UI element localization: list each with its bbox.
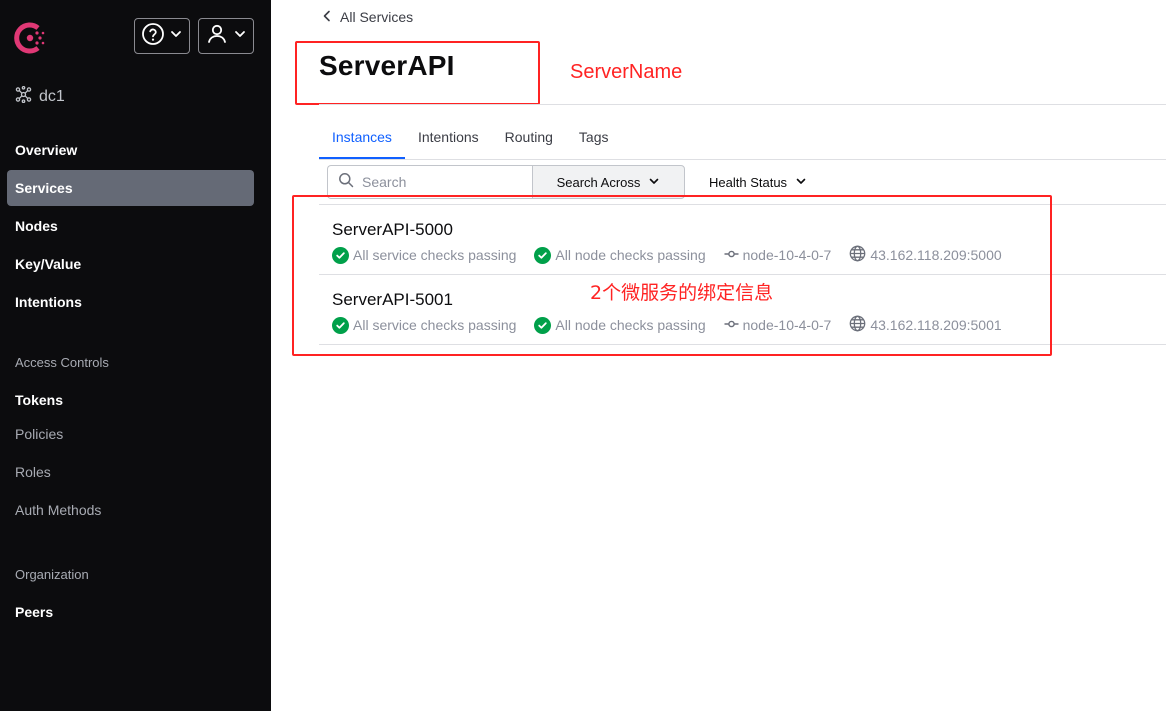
- sidebar-item-label: Key/Value: [15, 256, 82, 272]
- sidebar-item-policies[interactable]: Policies: [7, 416, 254, 452]
- annotation-instances-box: [292, 195, 1052, 356]
- sidebar-item-key-value[interactable]: Key/Value: [7, 246, 254, 282]
- sidebar-item-label: Tokens: [15, 392, 63, 408]
- back-to-services-link[interactable]: All Services: [322, 9, 413, 25]
- sidebar-item-label: Policies: [15, 426, 64, 442]
- annotation-title-box: [295, 41, 540, 105]
- consul-logo-icon[interactable]: [13, 20, 49, 56]
- chevron-down-icon: [795, 175, 807, 190]
- chevron-left-icon: [322, 9, 332, 25]
- tab-bar: Instances Intentions Routing Tags: [319, 114, 622, 160]
- sidebar-item-label: Nodes: [15, 218, 58, 234]
- user-menu-button[interactable]: [198, 18, 254, 54]
- sidebar-item-tokens[interactable]: Tokens: [7, 382, 254, 418]
- datacenter-name: dc1: [39, 88, 65, 105]
- sidebar-item-intentions[interactable]: Intentions: [7, 284, 254, 320]
- search-across-label: Search Across: [556, 174, 641, 190]
- access-controls-heading: Access Controls: [15, 355, 109, 370]
- annotation-server-name: ServerName: [570, 61, 683, 83]
- datacenter-selector[interactable]: dc1: [15, 85, 65, 108]
- health-status-label: Health Status: [709, 174, 788, 190]
- chevron-down-icon: [233, 27, 247, 46]
- sidebar-item-label: Services: [15, 180, 73, 196]
- sidebar-item-label: Overview: [15, 142, 78, 158]
- chevron-down-icon: [169, 27, 183, 46]
- sidebar-item-roles[interactable]: Roles: [7, 454, 254, 490]
- sidebar-item-label: Intentions: [15, 294, 82, 310]
- sidebar-item-peers[interactable]: Peers: [7, 594, 254, 630]
- divider: [319, 159, 1166, 160]
- organization-heading: Organization: [15, 567, 89, 582]
- search-across-dropdown[interactable]: Search Across: [532, 165, 685, 199]
- sidebar-item-auth-methods[interactable]: Auth Methods: [7, 492, 254, 528]
- user-icon: [205, 22, 229, 51]
- sidebar: dc1 Overview Services Nodes Key/Value In…: [0, 0, 271, 711]
- help-circle-icon: [141, 22, 165, 51]
- sidebar-item-nodes[interactable]: Nodes: [7, 208, 254, 244]
- tab-tags[interactable]: Tags: [566, 114, 622, 160]
- search-box: [327, 165, 532, 199]
- search-icon: [338, 172, 354, 193]
- chevron-down-icon: [648, 175, 660, 190]
- sidebar-item-label: Auth Methods: [15, 502, 102, 518]
- help-menu-button[interactable]: [134, 18, 190, 54]
- sidebar-item-label: Roles: [15, 464, 51, 480]
- tab-routing[interactable]: Routing: [492, 114, 566, 160]
- tab-instances[interactable]: Instances: [319, 114, 405, 160]
- back-link-label: All Services: [340, 9, 414, 25]
- search-input[interactable]: [362, 174, 512, 190]
- divider: [319, 104, 1166, 105]
- sidebar-item-services[interactable]: Services: [7, 170, 254, 206]
- sidebar-item-overview[interactable]: Overview: [7, 132, 254, 168]
- tab-intentions[interactable]: Intentions: [405, 114, 492, 160]
- annotation-instances-note: 2个微服务的绑定信息: [590, 282, 774, 304]
- datacenter-icon: [15, 85, 32, 108]
- health-status-dropdown[interactable]: Health Status: [709, 165, 807, 199]
- consul-ui: dc1 Overview Services Nodes Key/Value In…: [0, 0, 1166, 711]
- sidebar-item-label: Peers: [15, 604, 54, 620]
